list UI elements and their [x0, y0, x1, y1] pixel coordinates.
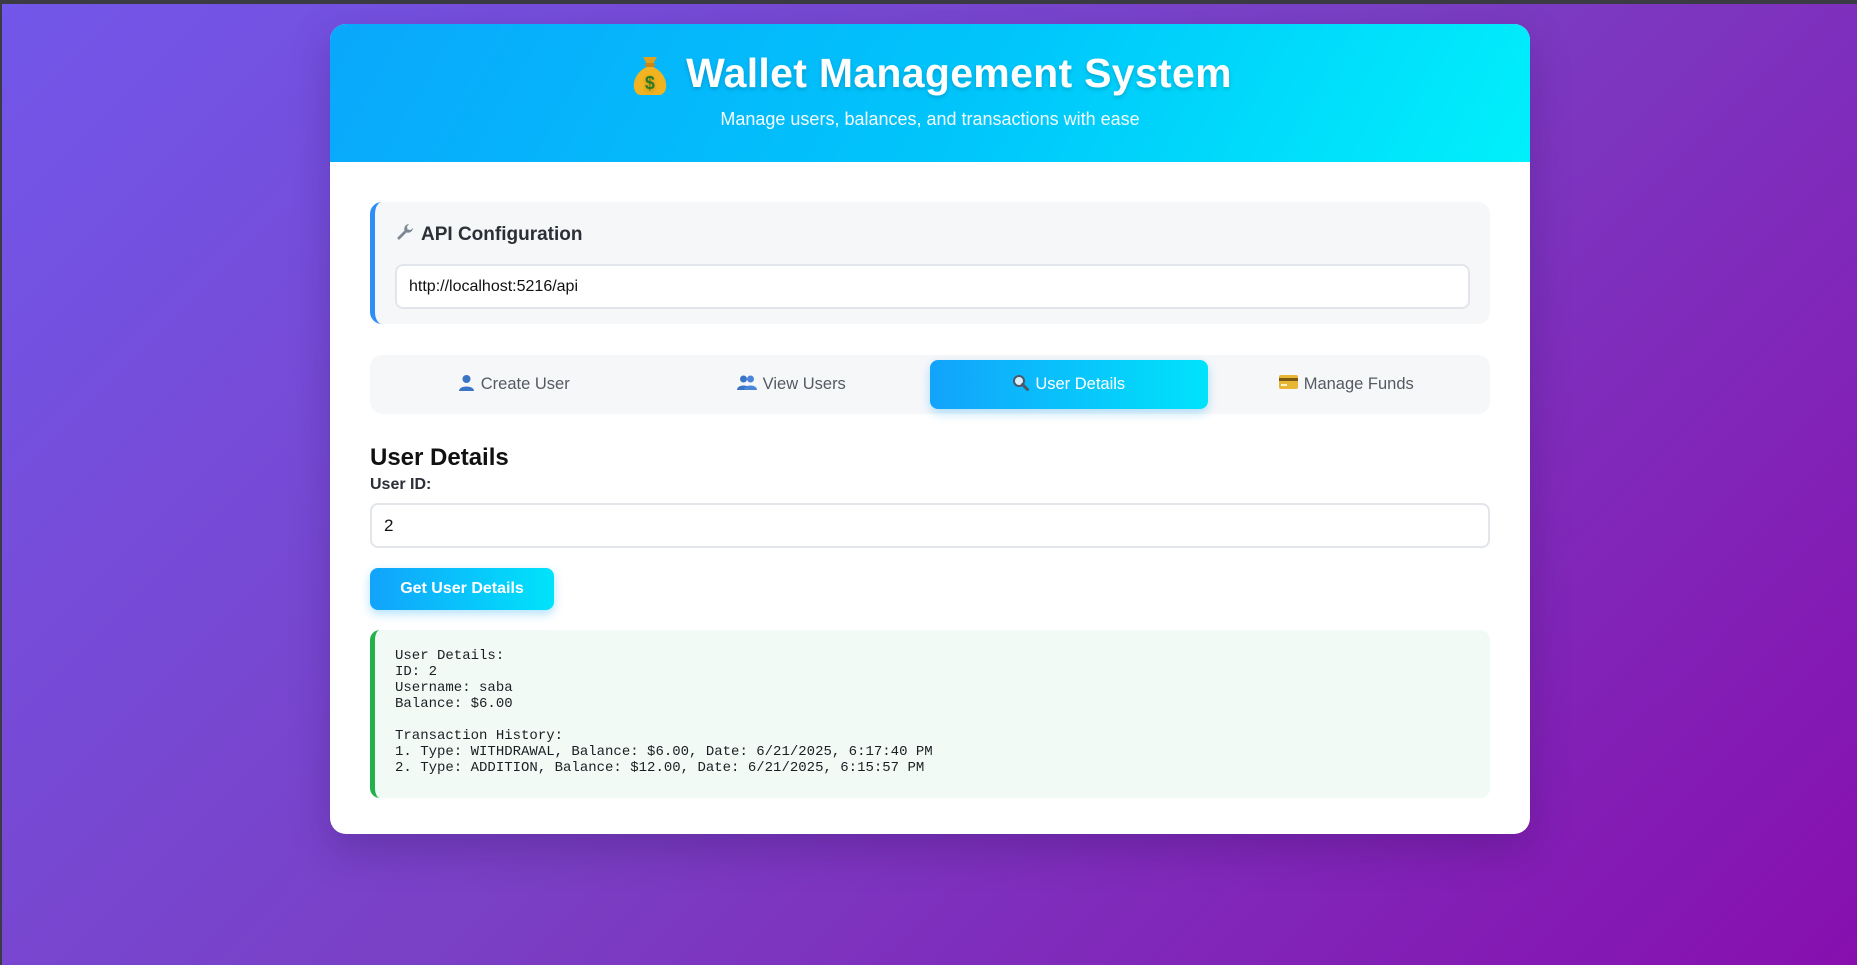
tab-manage-funds[interactable]: Manage Funds — [1208, 360, 1486, 409]
section-title: User Details — [370, 444, 509, 471]
tab-create-user[interactable]: Create User — [375, 360, 653, 409]
svg-text:$: $ — [645, 73, 655, 93]
result-line: Username: saba — [395, 680, 513, 696]
page-title-row: $ Wallet Management System — [330, 50, 1530, 97]
browser-top-strip — [0, 0, 1857, 4]
tab-label: Create User — [480, 375, 570, 393]
page-subtitle: Manage users, balances, and transactions… — [720, 109, 1140, 129]
user-icon — [458, 374, 475, 396]
api-config-title: API Configuration — [421, 224, 583, 245]
get-user-details-button[interactable]: Get User Details — [370, 568, 554, 610]
tab-label: View Users — [762, 375, 846, 393]
history-item: 1. Type: WITHDRAWAL, Balance: $6.00, Dat… — [395, 744, 933, 760]
result-panel: User Details: ID: 2 Username: saba Balan… — [370, 630, 1490, 798]
result-spacer — [395, 712, 1470, 728]
browser-left-strip — [0, 0, 2, 965]
history-item: 2. Type: ADDITION, Balance: $12.00, Date… — [395, 760, 925, 776]
result-line: ID: 2 — [395, 664, 438, 680]
user-id-input[interactable] — [370, 503, 1490, 548]
api-config-heading: API Configuration — [395, 222, 1470, 248]
app-header: $ Wallet Management System Manage users,… — [330, 24, 1530, 162]
tab-view-users[interactable]: View Users — [653, 360, 931, 409]
user-id-label: User ID: — [370, 476, 432, 493]
api-url-input[interactable] — [395, 264, 1470, 309]
credit-card-icon — [1278, 375, 1298, 394]
result-line: Balance: $6.00 — [395, 696, 513, 712]
tab-label: Manage Funds — [1303, 375, 1414, 393]
main-content: API Configuration Create User — [330, 162, 1530, 798]
users-icon — [736, 374, 757, 396]
tab-bar: Create User View Users User Details Mana… — [370, 355, 1490, 414]
history-title: Transaction History: — [395, 728, 564, 744]
money-bag-icon: $ — [628, 51, 672, 97]
page-title: Wallet Management System — [686, 50, 1232, 96]
result-line: User Details: — [395, 648, 505, 664]
tab-label: User Details — [1035, 375, 1126, 393]
api-config-panel: API Configuration — [370, 202, 1490, 324]
main-card: $ Wallet Management System Manage users,… — [330, 24, 1530, 834]
magnifier-icon — [1012, 374, 1030, 396]
wrench-icon — [395, 222, 415, 248]
tab-user-details[interactable]: User Details — [930, 360, 1208, 409]
